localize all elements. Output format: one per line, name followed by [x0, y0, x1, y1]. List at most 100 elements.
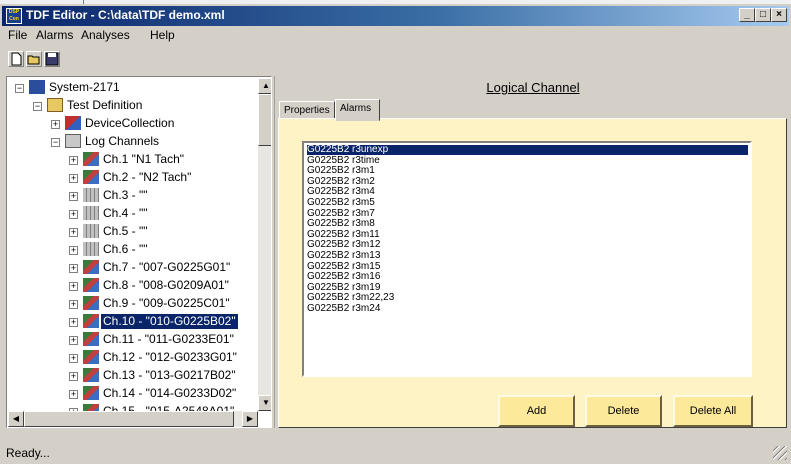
- empty-channel-icon: [83, 188, 99, 202]
- expand-toggle[interactable]: +: [69, 336, 78, 345]
- channel-icon: [83, 368, 99, 382]
- toolbar: [2, 50, 789, 72]
- window-title: TDF Editor - C:\data\TDF demo.xml: [26, 8, 225, 22]
- alarm-list-item[interactable]: G0225B2 r3m11: [307, 229, 748, 240]
- expand-toggle[interactable]: +: [51, 120, 60, 129]
- empty-channel-icon: [83, 224, 99, 238]
- menu-file[interactable]: File: [8, 28, 27, 42]
- add-button[interactable]: Add: [498, 395, 575, 427]
- tree-channel-label: Ch.13 - "013-G0217B02": [103, 368, 236, 382]
- alarm-list-item[interactable]: G0225B2 r3m7: [307, 208, 748, 219]
- alarm-list-item[interactable]: G0225B2 r3unexp: [307, 145, 748, 155]
- maximize-button[interactable]: □: [755, 8, 771, 22]
- save-disk-icon[interactable]: [44, 51, 60, 67]
- channel-icon: [83, 170, 99, 184]
- tree-channel-label: Ch.2 - "N2 Tach": [103, 170, 192, 184]
- scroll-up-icon[interactable]: ▲: [258, 78, 271, 94]
- expand-toggle[interactable]: +: [69, 192, 78, 201]
- tree-channel-label: Ch.11 - "011-G0233E01": [103, 332, 234, 346]
- channel-icon: [83, 332, 99, 346]
- tree-label: Log Channels: [85, 134, 160, 148]
- alarm-list-item[interactable]: G0225B2 r3m2: [307, 176, 748, 187]
- alarm-list-item[interactable]: G0225B2 r3m4: [307, 187, 748, 197]
- scroll-thumb[interactable]: [24, 411, 234, 427]
- expand-toggle[interactable]: +: [69, 372, 78, 381]
- tree-vertical-scrollbar[interactable]: ▲ ▼: [258, 78, 271, 411]
- expand-toggle[interactable]: +: [69, 390, 78, 399]
- empty-channel-icon: [83, 242, 99, 256]
- delete-all-button[interactable]: Delete All: [673, 395, 753, 427]
- alarm-list-item[interactable]: G0225B2 r3m24: [307, 304, 748, 314]
- collapse-toggle[interactable]: −: [51, 138, 60, 147]
- scroll-left-icon[interactable]: ◀: [8, 411, 24, 427]
- tree-channel-label: Ch.9 - "009-G0225C01": [103, 296, 230, 310]
- channel-icon: [83, 152, 99, 166]
- tree-label: DeviceCollection: [85, 116, 175, 130]
- expand-toggle[interactable]: +: [69, 228, 78, 237]
- tab-alarms[interactable]: Alarms: [335, 99, 380, 121]
- alarm-list-item[interactable]: G0225B2 r3m16: [307, 272, 748, 282]
- folder-icon: [47, 98, 63, 112]
- empty-channel-icon: [83, 206, 99, 220]
- alarm-list-item[interactable]: G0225B2 r3m8: [307, 219, 748, 229]
- expand-toggle[interactable]: +: [69, 282, 78, 291]
- alarm-list-item[interactable]: G0225B2 r3time: [307, 155, 748, 166]
- expand-toggle[interactable]: +: [69, 210, 78, 219]
- tree-root-label: System-2171: [49, 80, 120, 94]
- scroll-down-icon[interactable]: ▼: [258, 395, 271, 411]
- expand-toggle[interactable]: +: [69, 318, 78, 327]
- resize-grip-icon[interactable]: [773, 446, 787, 460]
- panel-title: Logical Channel: [486, 80, 580, 95]
- tree-channel-label: Ch.5 - "": [103, 224, 148, 238]
- tree-channel-label: Ch.7 - "007-G0225G01": [103, 260, 231, 274]
- channel-icon: [83, 260, 99, 274]
- alarm-list-item[interactable]: G0225B2 r3m19: [307, 282, 748, 293]
- expand-toggle[interactable]: +: [69, 300, 78, 309]
- tree-channel-label: Ch.4 - "": [103, 206, 148, 220]
- status-text: Ready...: [6, 446, 50, 460]
- device-collection-icon: [65, 116, 81, 130]
- menu-bar: File Alarms Analyses Help: [2, 26, 789, 44]
- minimize-button[interactable]: _: [739, 8, 755, 22]
- system-icon: [29, 80, 45, 94]
- expand-toggle[interactable]: +: [69, 156, 78, 165]
- tree-label: Test Definition: [67, 98, 143, 112]
- app-icon: DSP Con: [6, 8, 22, 24]
- alarm-list-item[interactable]: G0225B2 r3m12: [307, 240, 748, 250]
- channel-icon: [83, 386, 99, 400]
- title-bar[interactable]: DSP Con TDF Editor - C:\data\TDF demo.xm…: [2, 6, 789, 26]
- menu-analyses[interactable]: Analyses: [81, 28, 130, 42]
- alarm-list-item[interactable]: G0225B2 r3m15: [307, 261, 748, 272]
- alarm-list-item[interactable]: G0225B2 r3m1: [307, 166, 748, 176]
- tree-horizontal-scrollbar[interactable]: ◀ ▶: [8, 411, 258, 427]
- scroll-thumb[interactable]: [258, 94, 271, 146]
- scroll-right-icon[interactable]: ▶: [242, 411, 258, 427]
- alarm-list-item[interactable]: G0225B2 r3m13: [307, 251, 748, 261]
- status-bar: Ready...: [0, 442, 791, 464]
- channel-icon: [83, 350, 99, 364]
- tree-channel-label: Ch.14 - "014-G0233D02": [103, 386, 237, 400]
- collapse-toggle[interactable]: −: [33, 102, 42, 111]
- tree-channel-label: Ch.10 - "010-G0225B02": [100, 313, 239, 330]
- tree-channel-label: Ch.8 - "008-G0209A01": [103, 278, 229, 292]
- expand-toggle[interactable]: +: [69, 246, 78, 255]
- tree-channel-label: Ch.12 - "012-G0233G01": [103, 350, 237, 364]
- tree-view[interactable]: − System-2171 − Test Definition + Device…: [6, 76, 272, 428]
- delete-button[interactable]: Delete: [585, 395, 662, 427]
- tree-channel-label: Ch.1 "N1 Tach": [103, 152, 185, 166]
- expand-toggle[interactable]: +: [69, 354, 78, 363]
- alarm-list-item[interactable]: G0225B2 r3m22,23: [307, 293, 748, 303]
- close-button[interactable]: ×: [771, 8, 787, 22]
- channel-icon: [83, 314, 99, 328]
- expand-toggle[interactable]: +: [69, 264, 78, 273]
- collapse-toggle[interactable]: −: [15, 84, 24, 93]
- expand-toggle[interactable]: +: [69, 174, 78, 183]
- open-folder-icon[interactable]: [26, 51, 42, 67]
- splitter[interactable]: [274, 76, 275, 428]
- menu-help[interactable]: Help: [150, 28, 175, 42]
- menu-alarms[interactable]: Alarms: [36, 28, 73, 42]
- alarms-list[interactable]: G0225B2 r3unexp G0225B2 r3time G0225B2 r3m…: [302, 141, 752, 377]
- channels-icon: [65, 134, 81, 148]
- new-file-icon[interactable]: [8, 51, 24, 67]
- alarm-list-item[interactable]: G0225B2 r3m5: [307, 198, 748, 208]
